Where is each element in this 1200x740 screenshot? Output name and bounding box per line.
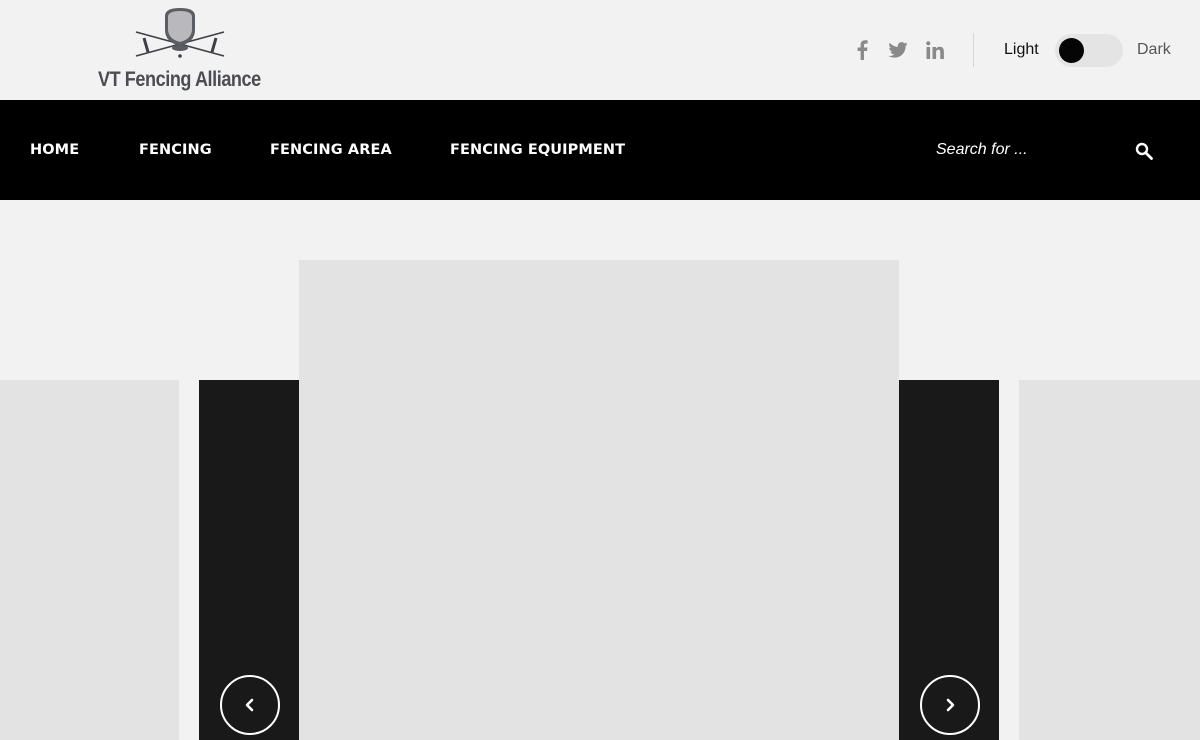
hero-carousel: [0, 200, 1200, 740]
linkedin-link[interactable]: [922, 36, 948, 64]
site-logo[interactable]: VT Fencing Alliance: [96, 8, 266, 94]
theme-toggle[interactable]: [1055, 34, 1123, 67]
theme-dark-label[interactable]: Dark: [1137, 40, 1171, 60]
search-button[interactable]: [1132, 139, 1156, 163]
carousel-slide-previous[interactable]: [0, 380, 179, 740]
nav-item-fencing-equipment[interactable]: FENCING EQUIPMENT: [450, 140, 625, 160]
carousel-slide-active[interactable]: [299, 260, 899, 740]
facebook-link[interactable]: [850, 36, 874, 64]
theme-light-label[interactable]: Light: [1004, 40, 1039, 60]
chevron-left-icon: [245, 698, 254, 712]
search-icon: [1135, 142, 1153, 160]
chevron-right-icon: [946, 698, 955, 712]
fencing-mask-logo-icon: [135, 8, 225, 58]
carousel-prev-button[interactable]: [220, 675, 280, 735]
facebook-icon: [857, 40, 868, 60]
logo-text: VT Fencing Alliance: [98, 68, 261, 91]
theme-toggle-knob: [1059, 38, 1084, 63]
carousel-slide-next[interactable]: [1019, 380, 1200, 740]
linkedin-icon: [926, 41, 944, 59]
top-header: VT Fencing Alliance Light Dark: [0, 0, 1200, 100]
nav-item-home[interactable]: HOME: [30, 140, 79, 160]
search-input[interactable]: [932, 136, 1122, 164]
twitter-icon: [888, 42, 908, 58]
nav-item-fencing-area[interactable]: FENCING AREA: [270, 140, 392, 160]
header-divider: [973, 33, 974, 67]
main-nav: HOME FENCING FENCING AREA FENCING EQUIPM…: [0, 100, 1200, 200]
carousel-next-button[interactable]: [920, 675, 980, 735]
twitter-link[interactable]: [885, 36, 911, 64]
nav-item-fencing[interactable]: FENCING: [139, 140, 212, 160]
